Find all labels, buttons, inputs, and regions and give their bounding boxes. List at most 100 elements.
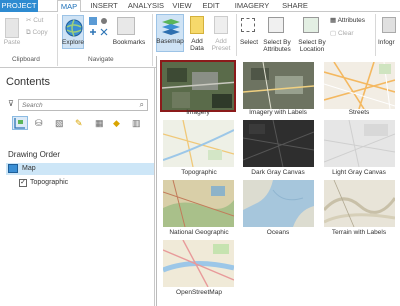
select-by-location-label-line2: Location <box>299 46 325 53</box>
basemap-openstreetmap[interactable] <box>163 240 234 287</box>
select-by-location-button[interactable]: Select By Location <box>295 39 329 53</box>
editing-icon[interactable]: ✎ <box>75 118 83 129</box>
paste-icon <box>5 18 19 38</box>
basemap-national-geographic[interactable] <box>163 180 234 227</box>
explore-label: Explore <box>62 39 85 46</box>
basemap-caption: Imagery with Labels <box>249 109 307 116</box>
cut-button[interactable]: ✂ Cut <box>26 17 43 24</box>
tab-edit[interactable]: EDIT <box>200 0 222 12</box>
clear-label: Clear <box>337 30 354 37</box>
divider <box>57 14 58 66</box>
basemap-oceans[interactable] <box>243 180 314 227</box>
light-gray-thumbnail <box>324 120 395 167</box>
select-by-location-label: Select By <box>298 39 326 46</box>
table-icon: ▦ <box>330 17 338 24</box>
drawing-order-heading: Drawing Order <box>8 150 61 159</box>
dark-gray-thumbnail <box>243 120 314 167</box>
tab-view[interactable]: VIEW <box>170 0 194 12</box>
select-by-attributes-label: Select By <box>263 39 291 46</box>
basemap-caption: Streets <box>348 109 370 116</box>
copy-label: Copy <box>32 29 48 36</box>
ribbon-tab-bar: PROJECT MAP INSERT ANALYSIS VIEW EDIT IM… <box>0 0 400 13</box>
map-icon <box>8 164 18 173</box>
navigate-group-label: Navigate <box>88 56 114 63</box>
filter-icon[interactable]: ⊽ <box>8 99 14 108</box>
select-by-location-icon <box>303 17 319 33</box>
select-by-attributes-button[interactable]: Select By Attributes <box>260 39 294 53</box>
basemap-caption: Terrain with Labels <box>331 229 387 236</box>
charts-icon[interactable]: ▥ <box>132 118 141 129</box>
paste-button[interactable]: Paste <box>2 39 22 46</box>
basemap-caption: National Geographic <box>169 229 229 236</box>
national-geographic-thumbnail <box>163 180 234 227</box>
search-input[interactable]: ⌕ <box>18 99 148 111</box>
select-by-attributes-label-line2: Attributes <box>263 46 291 53</box>
map-label: Map <box>22 165 36 172</box>
infographics-icon <box>382 17 396 33</box>
basemap-dark-gray[interactable] <box>243 120 314 167</box>
basemap-button[interactable]: Basemap <box>156 14 184 52</box>
attributes-button[interactable]: ▦ Attributes <box>330 17 365 24</box>
basemap-caption: Dark Gray Canvas <box>251 169 305 176</box>
add-data-label: Add <box>191 38 203 45</box>
clear-icon: ▢ <box>330 30 338 37</box>
tab-project[interactable]: PROJECT <box>0 0 38 12</box>
basemap-caption: Light Gray Canvas <box>332 169 386 176</box>
globe-icon <box>65 19 83 37</box>
add-preset-label: Add <box>215 38 227 45</box>
select-button[interactable]: Select <box>238 39 260 46</box>
streets-thumbnail <box>324 62 395 109</box>
add-preset-button[interactable]: Add Preset <box>208 38 234 52</box>
basemap-caption: OpenStreetMap <box>176 289 222 296</box>
tab-imagery[interactable]: IMAGERY <box>232 0 272 12</box>
divider <box>152 14 153 66</box>
basemap-light-gray[interactable] <box>324 120 395 167</box>
basemap-terrain-labels[interactable] <box>324 180 395 227</box>
zoom-arrows-icon <box>89 17 108 36</box>
add-data-icon <box>190 16 204 34</box>
basemap-caption: Topographic <box>181 169 217 176</box>
basemap-icon <box>162 19 180 35</box>
imagery-labels-thumbnail <box>243 62 314 109</box>
basemap-caption: Oceans <box>266 229 290 236</box>
zoom-tools[interactable] <box>88 16 110 40</box>
tab-share[interactable]: SHARE <box>280 0 310 12</box>
openstreetmap-thumbnail <box>163 240 234 287</box>
explore-button[interactable]: Explore <box>62 15 84 49</box>
topographic-layer-label[interactable]: Topographic <box>30 179 68 186</box>
bookmarks-button[interactable]: Bookmarks <box>112 39 146 46</box>
labeling-icon[interactable]: ◆ <box>113 118 120 129</box>
clipboard-group-label: Clipboard <box>12 56 40 63</box>
basemap-imagery[interactable] <box>160 60 236 112</box>
basemap-streets[interactable] <box>324 62 395 109</box>
basemap-topographic[interactable] <box>163 120 234 167</box>
clear-button[interactable]: ▢ Clear <box>330 30 354 37</box>
basemap-imagery-labels[interactable] <box>243 62 314 109</box>
select-by-attributes-icon <box>268 17 284 33</box>
selection-icon[interactable]: ▧ <box>55 118 64 129</box>
infographics-button[interactable]: Infogr <box>378 39 400 46</box>
contents-title: Contents <box>6 76 51 88</box>
tab-insert[interactable]: INSERT <box>88 0 120 12</box>
copy-button[interactable]: ⧉ Copy <box>26 29 48 36</box>
bookmarks-icon <box>117 17 135 35</box>
add-preset-label-line2: Preset <box>211 45 231 52</box>
imagery-thumbnail <box>162 62 234 110</box>
add-preset-icon <box>214 16 228 34</box>
basemap-label: Basemap <box>156 38 184 45</box>
search-icon: ⌕ <box>139 100 144 109</box>
topographic-visibility-checkbox[interactable]: ✓ <box>19 179 27 187</box>
snapping-icon[interactable]: ▦ <box>95 118 104 129</box>
add-data-button[interactable]: Add Data <box>186 38 208 52</box>
attributes-label: Attributes <box>337 17 366 24</box>
basemap-gallery: Imagery Imagery with Labels Streets Topo… <box>156 56 400 306</box>
list-by-drawing-order-button[interactable] <box>12 116 28 130</box>
select-icon <box>241 18 255 32</box>
tab-analysis[interactable]: ANALYSIS <box>126 0 166 12</box>
data-source-icon[interactable]: ⛁ <box>35 118 43 129</box>
map-tree-item[interactable]: Map <box>6 163 154 175</box>
basemap-caption: Imagery <box>186 109 210 116</box>
topographic-thumbnail <box>163 120 234 167</box>
add-data-label-line2: Data <box>190 45 204 52</box>
search-field[interactable] <box>19 100 129 110</box>
